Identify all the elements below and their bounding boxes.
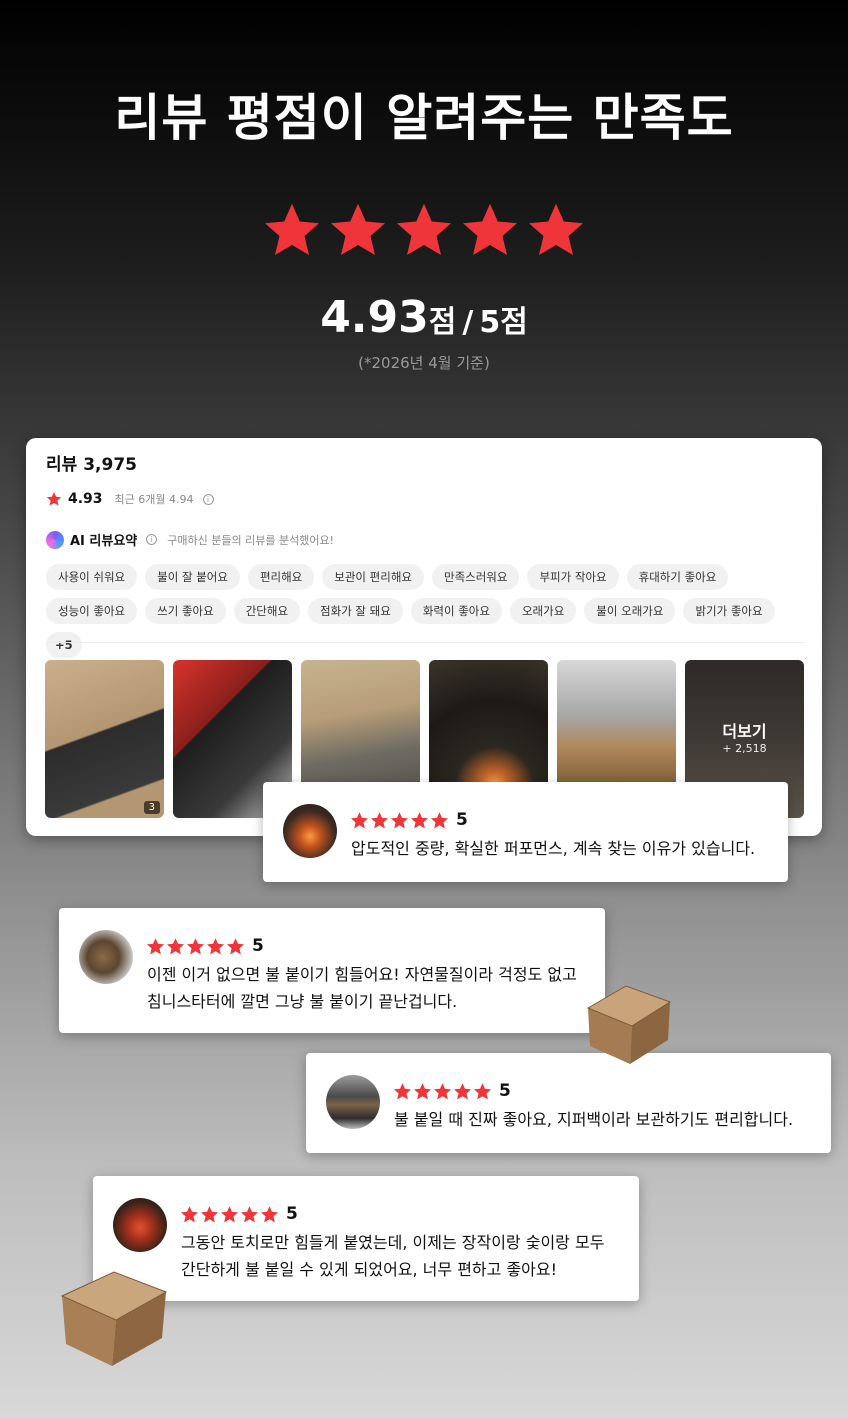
keyword-tag[interactable]: 보관이 편리해요 [322, 564, 424, 590]
review-score: 5 [499, 1081, 511, 1101]
recent-rating: 최근 6개월 4.94 [114, 493, 194, 506]
max-score: 5점 [479, 305, 528, 340]
star-icon [397, 203, 451, 255]
keyword-tag[interactable]: 사용이 쉬워요 [46, 564, 138, 590]
star-icon [390, 811, 409, 828]
review-stars: 5 [146, 936, 264, 956]
more-tags-button[interactable]: +5 [46, 632, 82, 658]
review-score: 5 [252, 936, 264, 956]
star-icon [350, 811, 369, 828]
review-text: 이젠 이거 없으면 불 붙이기 힘들어요! 자연물질이라 걱정도 없고 침니스타… [147, 965, 577, 1011]
star-icon [473, 1082, 492, 1099]
ai-summary-title: AI 리뷰요약 [70, 534, 138, 549]
review-panel: 리뷰 3,975 4.93 최근 6개월 4.94 i AI 리뷰요약 i 구매… [26, 438, 822, 836]
review-text: 그동안 토치로만 힘들게 붙였는데, 이제는 장작이랑 숯이랑 모두 간단하게 … [181, 1233, 605, 1279]
score-slash: / [462, 305, 474, 340]
reviewer-avatar [326, 1075, 380, 1129]
divider [46, 642, 804, 643]
keyword-tag[interactable]: 만족스러워요 [431, 564, 520, 590]
star-icon [413, 1082, 432, 1099]
keyword-tags: 사용이 쉬워요 불이 잘 붙어요 편리해요 보관이 편리해요 만족스러워요 부피… [46, 564, 806, 658]
keyword-tag[interactable]: 쓰기 좋아요 [145, 598, 226, 624]
keyword-tag[interactable]: 오래가요 [509, 598, 577, 624]
ai-summary-row: AI 리뷰요약 i 구매하신 분들의 리뷰를 분석했어요! [46, 530, 334, 549]
star-icon [393, 1082, 412, 1099]
review-stars: 5 [393, 1081, 511, 1101]
review-count-title: 리뷰 3,975 [46, 455, 137, 475]
more-photos-label: 더보기 [722, 722, 767, 741]
photo-count-badge: 3 [143, 801, 160, 814]
keyword-tag[interactable]: 간단해요 [233, 598, 301, 624]
review-score: 5 [286, 1204, 298, 1224]
keyword-tag[interactable]: 휴대하기 좋아요 [626, 564, 729, 590]
photo-box-package[interactable]: 3 [45, 660, 164, 818]
reviewer-avatar [283, 804, 337, 858]
review-card: 5 불 붙일 때 진짜 좋아요, 지퍼백이라 보관하기도 편리합니다. [306, 1053, 831, 1153]
star-icon [430, 811, 449, 828]
page-headline: 리뷰 평점이 알려주는 만족도 [114, 89, 734, 147]
rating-value: 4.93 [68, 491, 103, 507]
star-icon [240, 1205, 259, 1222]
reviewer-avatar [113, 1198, 167, 1252]
rating-row: 4.93 최근 6개월 4.94 i [46, 491, 214, 507]
keyword-tag[interactable]: 편리해요 [247, 564, 315, 590]
star-icon [180, 1205, 199, 1222]
more-photos-count: + 2,518 [722, 742, 767, 755]
info-icon[interactable]: i [146, 534, 158, 545]
star-icon [260, 1205, 279, 1222]
reviewer-avatar [79, 930, 133, 984]
ai-summary-desc: 구매하신 분들의 리뷰를 분석했어요! [167, 533, 334, 547]
score-unit: 점 [428, 305, 457, 340]
star-icon [453, 1082, 472, 1099]
keyword-tag[interactable]: 성능이 좋아요 [46, 598, 138, 624]
review-card: 5 이젠 이거 없으면 불 붙이기 힘들어요! 자연물질이라 걱정도 없고 침니… [59, 908, 605, 1033]
firestarter-cube-image [586, 985, 672, 1064]
star-icon [46, 491, 62, 507]
keyword-tag[interactable]: 점화가 잘 돼요 [308, 598, 403, 624]
keyword-tag[interactable]: 불이 잘 붙어요 [145, 564, 240, 590]
basis-note: (*2026년 4월 기준) [358, 354, 490, 372]
star-icon [226, 937, 245, 954]
review-text: 불 붙일 때 진짜 좋아요, 지퍼백이라 보관하기도 편리합니다. [394, 1110, 794, 1129]
score-value: 4.93 [320, 292, 429, 343]
keyword-tag[interactable]: 화력이 좋아요 [410, 598, 502, 624]
keyword-tag[interactable]: 부피가 작아요 [527, 564, 619, 590]
star-icon [166, 937, 185, 954]
star-icon [186, 937, 205, 954]
star-icon [265, 203, 319, 255]
review-score: 5 [456, 810, 468, 830]
review-card: 5 그동안 토치로만 힘들게 붙였는데, 이제는 장작이랑 숯이랑 모두 간단하… [93, 1176, 639, 1301]
star-icon [206, 937, 225, 954]
keyword-tag[interactable]: 밝기가 좋아요 [683, 598, 775, 624]
star-icon [370, 811, 389, 828]
star-icon [331, 203, 385, 255]
average-score: 4.93점/5점 [0, 292, 848, 343]
star-icon [463, 203, 517, 255]
review-card: 5 압도적인 중량, 확실한 퍼포먼스, 계속 찾는 이유가 있습니다. [263, 782, 788, 882]
info-icon[interactable]: i [202, 493, 214, 505]
review-stars: 5 [180, 1204, 298, 1224]
star-icon [433, 1082, 452, 1099]
firestarter-cube-image [60, 1271, 168, 1366]
review-stars: 5 [350, 810, 468, 830]
star-icon [410, 811, 429, 828]
big-rating-stars [0, 200, 848, 260]
star-icon [220, 1205, 239, 1222]
star-icon [529, 203, 583, 255]
star-icon [200, 1205, 219, 1222]
review-text: 압도적인 중량, 확실한 퍼포먼스, 계속 찾는 이유가 있습니다. [351, 839, 756, 858]
ai-sparkle-icon [46, 530, 64, 549]
star-icon [146, 937, 165, 954]
keyword-tag[interactable]: 불이 오래가요 [584, 598, 676, 624]
